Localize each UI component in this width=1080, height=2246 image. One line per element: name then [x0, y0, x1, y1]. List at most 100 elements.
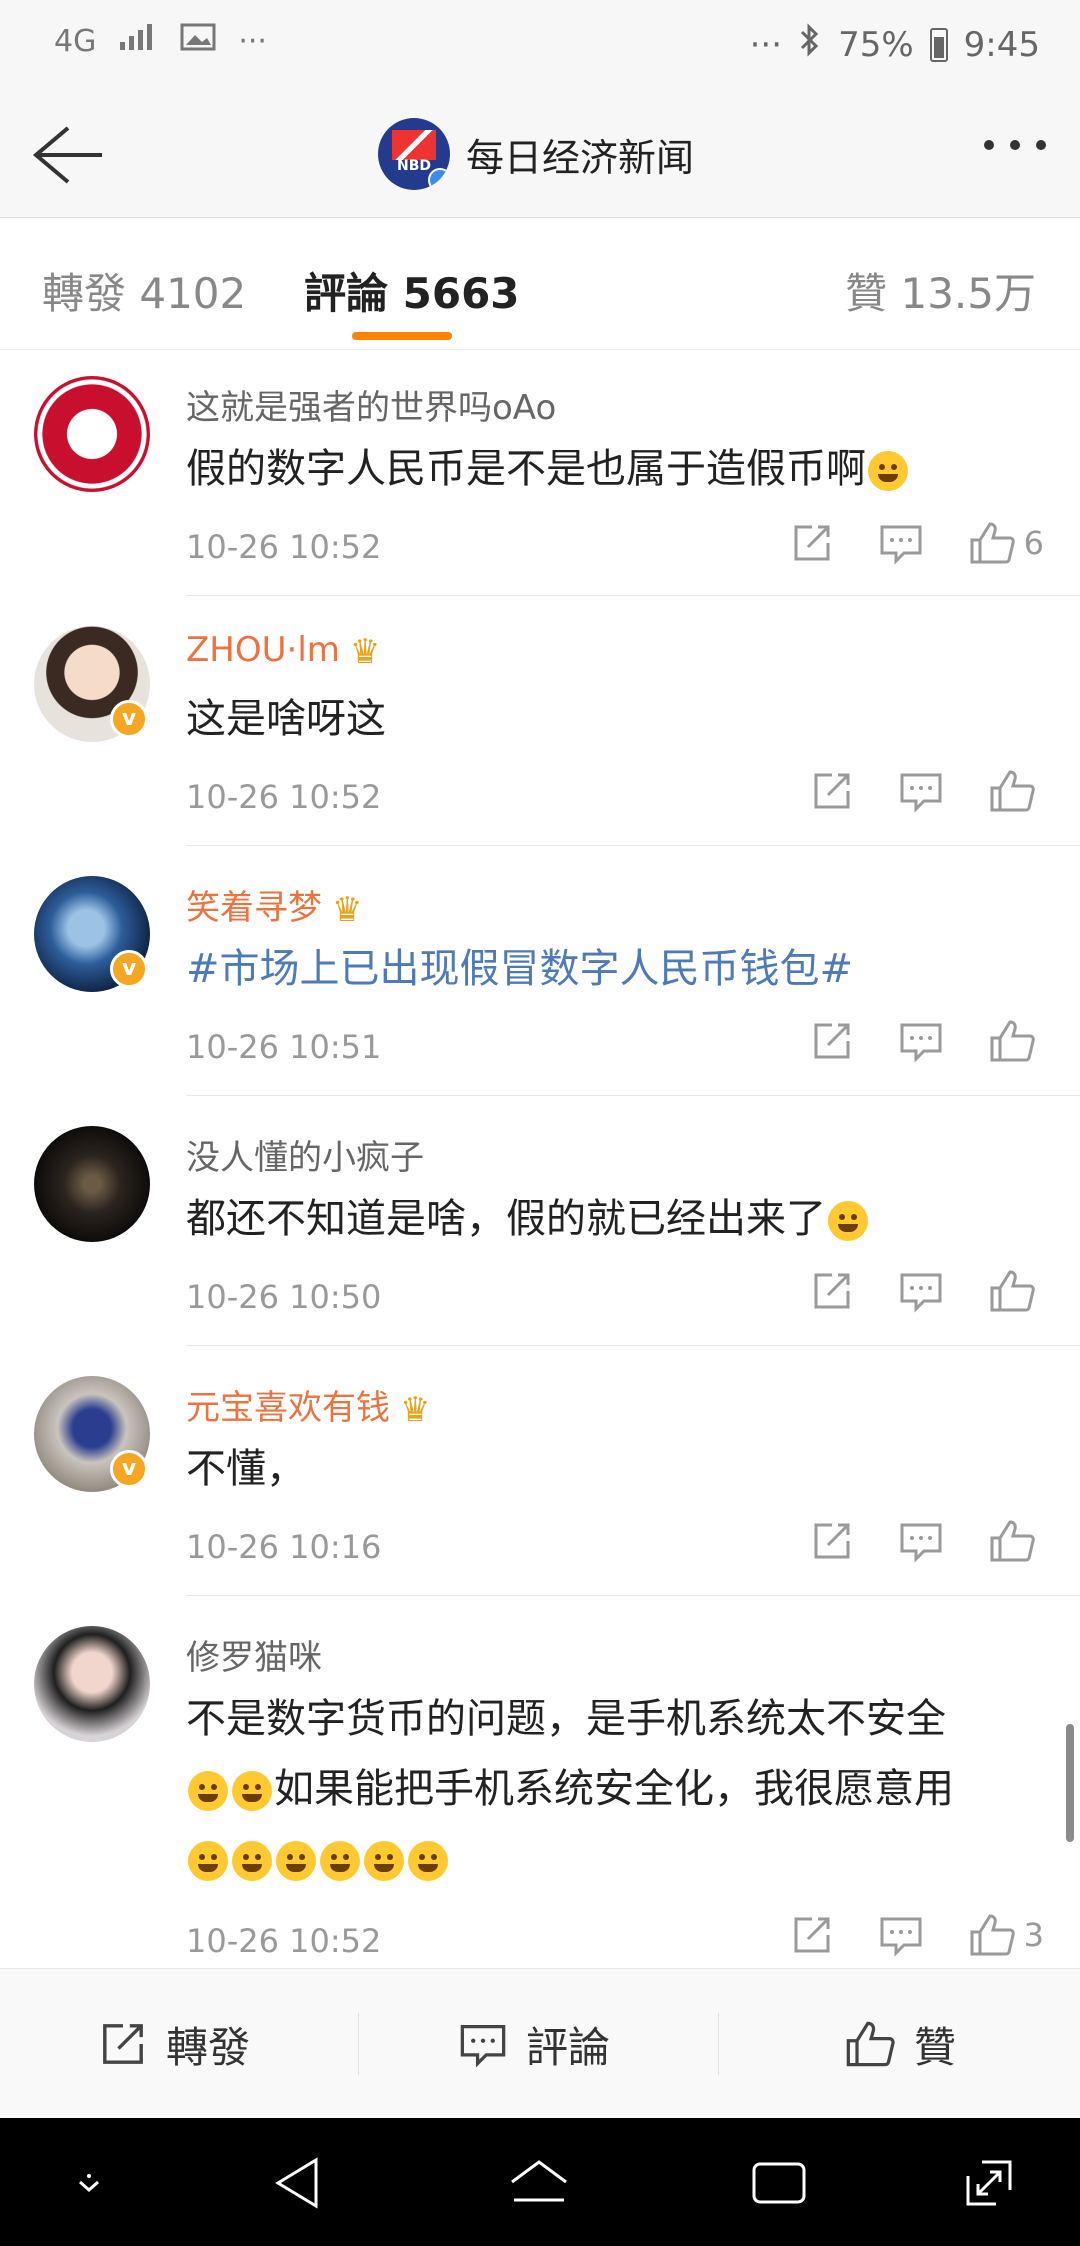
reply-button[interactable] [898, 769, 944, 813]
avatar[interactable] [34, 1126, 150, 1242]
nav-back-button[interactable] [264, 2148, 334, 2218]
share-button[interactable] [790, 521, 834, 565]
thumbs-up-icon [990, 1270, 1035, 1312]
back-triangle-icon [275, 2157, 318, 2209]
like-button[interactable] [988, 1268, 1044, 1314]
nav-collapse-button[interactable] [54, 2148, 124, 2218]
chevron-down-icon [79, 2174, 99, 2193]
active-tab-indicator [352, 332, 452, 340]
like-post-button[interactable]: 贊 [844, 1969, 956, 2119]
status-more-right: ··· [749, 24, 783, 65]
account-brand[interactable]: NBD 每日经济新闻 [378, 118, 694, 190]
comment-text-line: 不是数字货币的问题，是手机系统太不安全 [186, 1696, 946, 1742]
verified-badge-icon: v [110, 950, 148, 988]
comment-icon [900, 1523, 942, 1563]
grin-emoji-icon [232, 1841, 272, 1881]
like-button[interactable]: 6 [968, 520, 1044, 566]
thumbs-up-icon [970, 1914, 1015, 1956]
share-button[interactable] [810, 769, 854, 813]
crying-laugh-emoji-icon [188, 1771, 228, 1811]
comment-time: 10-26 10:52 [186, 778, 382, 816]
comment-text: 不是数字货币的问题，是手机系统太不安全 如果能把手机系统安全化，我很愿意用 [186, 1684, 1056, 1894]
share-button[interactable] [810, 1519, 854, 1563]
comment-time: 10-26 10:52 [186, 1922, 382, 1960]
comment-item: v 笑着寻梦 ♛ #市场上已出现假冒数字人民币钱包# 10-26 10:51 [0, 846, 1080, 1096]
comment-actions [766, 1018, 1044, 1064]
comment-icon [880, 525, 922, 565]
clock: 9:45 [963, 24, 1040, 65]
recents-icon [752, 2162, 806, 2204]
network-label: 4G [54, 23, 97, 59]
reply-button[interactable] [898, 1019, 944, 1063]
comment-item: 修罗猫咪 不是数字货币的问题，是手机系统太不安全 如果能把手机系统安全化，我很愿… [0, 1596, 1080, 1968]
expand-icon [966, 2160, 1012, 2206]
share-icon [814, 1523, 850, 1559]
comment-username[interactable]: 没人懂的小疯子 [186, 1130, 424, 1179]
repost-label: 轉發 [166, 2022, 251, 2072]
thumbs-up-icon [990, 1520, 1035, 1562]
like-button[interactable]: 3 [968, 1912, 1044, 1958]
comment-actions: 3 [746, 1912, 1044, 1958]
grin-emoji-icon [320, 1841, 360, 1881]
comment-text: 都还不知道是啥，假的就已经出来了 [186, 1184, 1056, 1254]
username-text: 笑着寻梦 [186, 888, 322, 928]
share-button[interactable] [810, 1269, 854, 1313]
comment-username[interactable]: 元宝喜欢有钱 ♛ [186, 1380, 430, 1430]
comment-username[interactable]: 笑着寻梦 ♛ [186, 880, 362, 930]
comment-text-content: 如果能把手机系统安全化，我很愿意用 [274, 1766, 954, 1812]
share-button[interactable] [790, 1913, 834, 1957]
comment-actions [766, 1268, 1044, 1314]
reply-button[interactable] [898, 1269, 944, 1313]
like-label: 贊 [914, 2022, 957, 2072]
crying-laugh-emoji-icon [232, 1771, 272, 1811]
like-button[interactable] [988, 1518, 1044, 1564]
like-button[interactable] [988, 768, 1044, 814]
topic-link[interactable]: #市场上已出现假冒数字人民币钱包# [186, 934, 1056, 1004]
comment-icon [900, 1273, 942, 1313]
username-text: 元宝喜欢有钱 [186, 1388, 390, 1428]
nav-expand-button[interactable] [954, 2148, 1024, 2218]
share-icon [814, 1023, 850, 1059]
thumbs-up-icon [990, 770, 1035, 812]
comment-item: 没人懂的小疯子 都还不知道是啥，假的就已经出来了 10-26 10:50 [0, 1096, 1080, 1346]
nav-recents-button[interactable] [744, 2148, 814, 2218]
avatar[interactable] [34, 1626, 150, 1742]
tab-comments[interactable]: 評論 5663 [304, 260, 520, 321]
repost-button[interactable]: 轉發 [98, 1969, 250, 2119]
share-icon [103, 2024, 143, 2064]
tab-reposts[interactable]: 轉發 4102 [42, 260, 246, 321]
more-dot-icon [984, 140, 994, 150]
grin-emoji-icon [276, 1841, 316, 1881]
like-button[interactable] [988, 1018, 1044, 1064]
more-options-button[interactable] [984, 140, 1046, 150]
scrollbar[interactable] [1066, 1724, 1074, 1842]
comment-username[interactable]: ZHOU·lm ♛ [186, 630, 380, 672]
emoji-row [186, 1824, 1056, 1894]
thumbs-up-icon [846, 2021, 895, 2067]
back-button[interactable] [28, 120, 108, 190]
comment-text-content: 都还不知道是啥，假的就已经出来了 [186, 1196, 826, 1242]
comment-text: 假的数字人民币是不是也属于造假币啊 [186, 434, 1056, 504]
reply-button[interactable] [898, 1519, 944, 1563]
avatar[interactable] [34, 376, 150, 492]
comment-text: 不懂， [186, 1446, 306, 1492]
reply-button[interactable] [878, 521, 924, 565]
comment-label: 評論 [526, 2022, 611, 2072]
thumbs-up-icon [990, 1020, 1035, 1062]
comment-time: 10-26 10:51 [186, 1028, 382, 1066]
system-nav-bar [0, 2118, 1080, 2246]
signal-icon [118, 22, 158, 60]
comment-username[interactable]: 这就是强者的世界吗oAo [186, 380, 556, 429]
reply-button[interactable] [878, 1913, 924, 1957]
gallery-icon [180, 22, 216, 60]
grin-emoji-icon [364, 1841, 404, 1881]
nav-home-button[interactable] [504, 2148, 574, 2218]
comment-button[interactable]: 評論 [458, 1969, 610, 2119]
top-header: NBD 每日经济新闻 [0, 90, 1080, 218]
account-logo: NBD [378, 118, 450, 190]
verified-badge-icon: v [110, 1450, 148, 1488]
share-button[interactable] [810, 1019, 854, 1063]
comment-username[interactable]: 修罗猫咪 [186, 1630, 322, 1679]
tab-likes[interactable]: 贊 13.5万 [845, 260, 1036, 321]
battery-icon [929, 27, 948, 62]
